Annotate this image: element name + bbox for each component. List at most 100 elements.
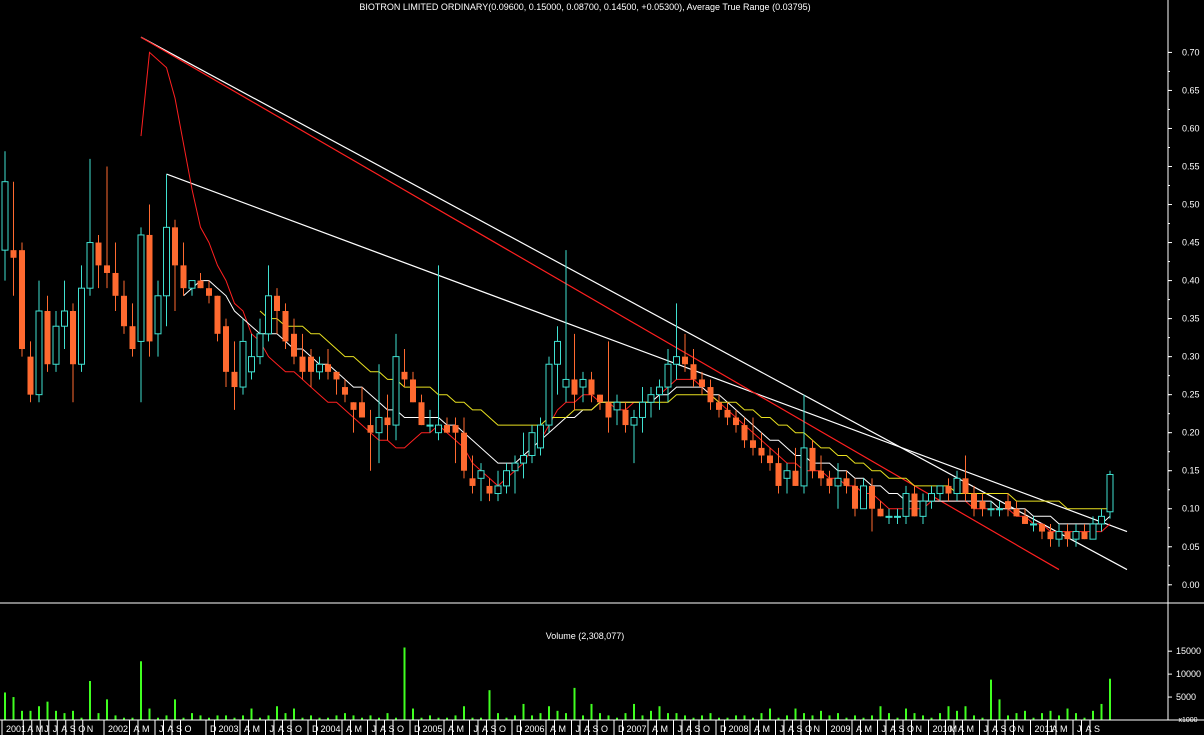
x-axis-tick-label: O: [805, 724, 812, 734]
candle-body: [818, 470, 824, 479]
candle-body: [27, 356, 34, 395]
candle-body: [384, 417, 391, 426]
candle-body: [716, 402, 722, 410]
candle-body: [367, 425, 374, 433]
price-y-tick-label: 0.05: [1182, 542, 1200, 552]
candle-body: [1, 181, 9, 251]
candle-body: [647, 394, 655, 403]
candle-body: [1039, 523, 1045, 532]
candle-body: [588, 379, 595, 395]
candle-body: [375, 416, 383, 434]
x-axis-tick-label: S: [491, 724, 497, 734]
candle-body: [452, 425, 459, 433]
candle-body: [885, 515, 893, 518]
candle-body: [869, 485, 875, 509]
candle-body: [741, 425, 748, 441]
candle-body: [410, 379, 416, 403]
x-axis-tick-label: A: [1052, 724, 1058, 734]
volume-y-tick-label: 5000: [1176, 692, 1196, 702]
candle-body: [104, 265, 110, 273]
candle-body: [664, 363, 672, 388]
candle-body: [639, 401, 646, 418]
x-axis-tick-label: A: [686, 724, 692, 734]
candle-body: [265, 295, 272, 335]
price-y-tick-label: 0.35: [1182, 314, 1200, 324]
candle-body: [630, 416, 638, 426]
x-axis-tick-label: D: [210, 724, 217, 734]
x-axis-tick-label: D: [618, 724, 625, 734]
x-axis-tick-label: M: [355, 724, 363, 734]
candle-body: [894, 515, 901, 518]
x-axis-tick-label: J: [270, 724, 275, 734]
candle-body: [562, 378, 570, 388]
candle-body: [299, 356, 306, 372]
candle-body: [1081, 531, 1088, 540]
price-y-tick-label: 0.70: [1182, 47, 1200, 57]
x-axis-tick-label: S: [695, 724, 701, 734]
candle-body: [316, 363, 323, 373]
x-axis-tick-label: M: [763, 724, 771, 734]
candle-body: [256, 333, 264, 358]
candle-body: [401, 371, 408, 380]
candle-body: [461, 432, 467, 471]
x-axis-tick-label: D: [414, 724, 421, 734]
candle-body: [86, 242, 94, 289]
price-y-tick-label: 0.30: [1182, 352, 1200, 362]
candle-body: [206, 288, 212, 296]
price-y-tick-label: 0.65: [1182, 85, 1200, 95]
candle-body: [545, 363, 553, 426]
x-axis-tick-label: A: [482, 724, 488, 734]
candle-body: [223, 326, 229, 372]
candle-body: [172, 227, 178, 266]
candle-body: [1005, 501, 1011, 509]
candle-body: [146, 234, 153, 342]
candle-body: [1098, 515, 1105, 525]
x-axis-tick-label: M: [559, 724, 567, 734]
candle-body: [537, 424, 544, 449]
candle-body: [520, 455, 527, 464]
candle-body: [44, 311, 51, 365]
candle-body: [826, 478, 833, 486]
x-axis-tick-label: J: [53, 724, 58, 734]
candle-body: [656, 386, 663, 396]
candle-body: [613, 401, 621, 411]
candle-body: [350, 402, 357, 410]
candle-body: [163, 226, 170, 297]
x-axis-tick-label: M: [950, 724, 958, 734]
candle-body: [359, 402, 365, 418]
candle-body: [699, 379, 705, 388]
x-axis-tick-label: A: [890, 724, 896, 734]
x-axis-tick-label: A: [27, 724, 33, 734]
x-axis-tick-label: N: [814, 724, 821, 734]
candle-body: [902, 493, 910, 517]
x-axis-tick-label: M: [142, 724, 150, 734]
price-y-tick-label: 0.60: [1182, 123, 1200, 133]
candle-body: [775, 463, 782, 486]
stock-chart: 0.00 0.05 0.10 0.15 0.20 0.25 0.30 0.35 0.40 0.45…: [0, 0, 1204, 735]
candle-body: [528, 432, 536, 456]
x-axis-tick-label: S: [899, 724, 905, 734]
x-axis-tick-label: A: [168, 724, 174, 734]
price-y-tick-label: 0.45: [1182, 238, 1200, 248]
candle-body: [78, 287, 85, 365]
volume-chart-title: Volume (2,308,077): [546, 631, 625, 641]
candle-body: [597, 394, 603, 403]
candle-body: [494, 485, 502, 495]
candle-body: [919, 500, 927, 517]
volume-y-tick-label: 10000: [1176, 669, 1201, 679]
candle-body: [750, 440, 756, 448]
candle-body: [579, 378, 587, 388]
candle-body: [809, 447, 816, 471]
price-y-tick-label: 0.25: [1182, 390, 1200, 400]
candle-body: [1064, 531, 1071, 540]
candle-body: [325, 364, 331, 372]
candle-body: [996, 508, 1003, 511]
candle-body: [1013, 508, 1020, 517]
candle-body: [137, 234, 145, 342]
candle-body: [1106, 474, 1114, 513]
chart-background: [0, 0, 1204, 735]
candle-body: [733, 417, 739, 426]
candle-body: [860, 485, 867, 510]
candle-body: [1072, 531, 1080, 540]
price-chart-title: BIOTRON LIMITED ORDINARY(0.09600, 0.1500…: [359, 2, 810, 12]
